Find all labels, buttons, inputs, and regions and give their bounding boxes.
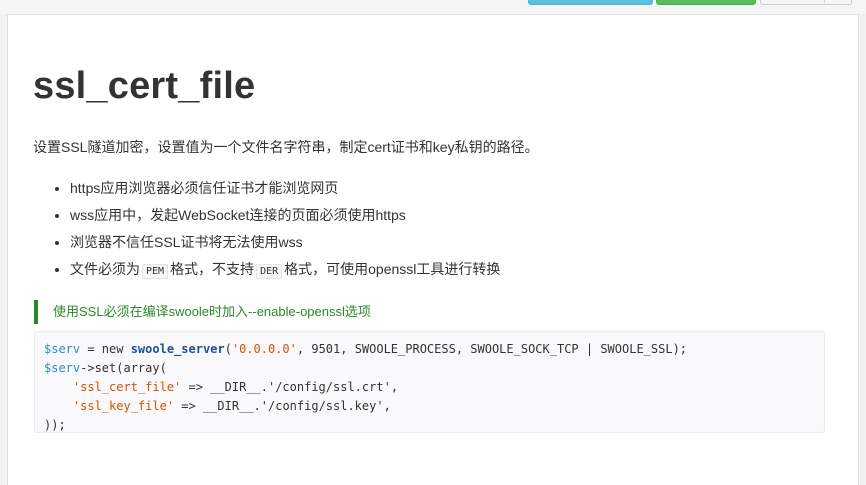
doc-panel: ssl_cert_file 设置SSL隧道加密，设置值为一个文件名字符串，制定c… <box>7 14 859 485</box>
code-token: '/config/ssl.crt' <box>267 380 391 394</box>
code-token: )); <box>44 418 66 432</box>
code-token: 'ssl_cert_file' <box>72 380 182 394</box>
code-token: , 9501, SWOOLE_PROCESS, SWOOLE_SOCK_TCP … <box>296 342 688 356</box>
code-token: => __DIR__. <box>174 399 261 413</box>
code-token: 'ssl_key_file' <box>72 399 175 413</box>
list-item-text: 文件必须为 <box>70 261 140 277</box>
split-divider <box>824 0 825 3</box>
inline-code-der: DER <box>256 264 283 279</box>
code-token: $serv <box>44 342 81 356</box>
code-token: ( <box>224 342 232 356</box>
page-title: ssl_cert_file <box>33 65 256 107</box>
code-token: $serv <box>44 361 81 375</box>
code-block: $serv = new swoole_server('0.0.0.0', 950… <box>34 331 825 433</box>
code-token: => __DIR__. <box>181 380 268 394</box>
code-token: , <box>383 399 391 413</box>
code-token: '/config/ssl.key' <box>260 399 384 413</box>
code-token: = new <box>80 342 131 356</box>
intro-text: 设置SSL隧道加密，设置值为一个文件名字符串，制定cert证书和key私钥的路径… <box>33 139 539 155</box>
list-item: https应用浏览器必须信任证书才能浏览网页 <box>70 175 500 202</box>
code-token: '0.0.0.0' <box>231 342 297 356</box>
inline-code-pem: PEM <box>142 264 169 279</box>
bullet-list: https应用浏览器必须信任证书才能浏览网页 wss应用中，发起WebSocke… <box>33 175 500 283</box>
list-item: 文件必须为PEM格式，不支持DER格式，可使用openssl工具进行转换 <box>70 256 500 283</box>
default-button[interactable] <box>760 0 852 5</box>
top-toolbar <box>0 0 866 14</box>
list-item-text: 格式，可使用openssl工具进行转换 <box>284 261 501 277</box>
list-item-text: 格式，不支持 <box>170 261 255 277</box>
code-token: ->set(array( <box>80 361 167 375</box>
code-token: swoole_server <box>130 342 225 356</box>
info-button[interactable] <box>528 0 653 5</box>
list-item: 浏览器不信任SSL证书将无法使用wss <box>70 229 500 256</box>
code-token: , <box>390 380 399 394</box>
list-item: wss应用中，发起WebSocket连接的页面必须使用https <box>70 202 500 229</box>
success-button[interactable] <box>656 0 756 5</box>
note-callout: 使用SSL必须在编译swoole时加入--enable-openssl选项 <box>34 300 371 324</box>
